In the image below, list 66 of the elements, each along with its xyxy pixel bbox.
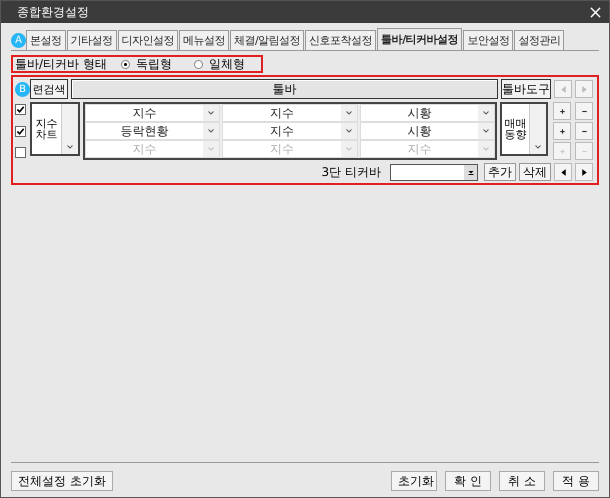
tab[interactable]: 보안설정 xyxy=(463,30,514,50)
chevron-icon xyxy=(534,143,542,151)
chevron-icon xyxy=(207,145,216,153)
checkbox[interactable] xyxy=(15,147,26,158)
plus-icon xyxy=(558,126,566,136)
tab[interactable]: 디자인설정 xyxy=(118,30,178,50)
dropdown[interactable]: 지수 xyxy=(222,104,358,122)
radio-icon[interactable] xyxy=(120,60,130,68)
column-header: 툴바 xyxy=(71,79,498,99)
add-button[interactable]: 추가 xyxy=(484,163,516,181)
footer-button[interactable]: 적 용 xyxy=(553,471,599,491)
checkbox[interactable] xyxy=(15,104,26,115)
tab[interactable]: 체결/알림설정 xyxy=(230,30,304,50)
tab[interactable]: 기타설정 xyxy=(66,30,116,50)
radio-option[interactable]: 독립형 xyxy=(120,56,180,72)
add-row-button[interactable] xyxy=(553,102,571,120)
dropdown[interactable]: 시황 xyxy=(360,104,495,122)
option-label: 툴바/티커바 형태 xyxy=(15,56,107,72)
checkbox[interactable] xyxy=(15,126,26,136)
plus-icon xyxy=(558,106,566,116)
chevron-icon xyxy=(482,109,490,117)
plus-icon xyxy=(558,146,566,156)
chevron-icon xyxy=(482,127,490,135)
right-triangle-icon xyxy=(580,84,588,94)
search-button[interactable]: 련검색 xyxy=(30,79,68,99)
dropdown[interactable]: 등락현황 xyxy=(85,122,220,140)
footer-button[interactable]: 초기화 xyxy=(391,471,437,491)
ticker-label: 3단 티커바 xyxy=(322,164,381,180)
dropdown[interactable]: 지수 xyxy=(85,104,220,122)
chevron-icon xyxy=(207,127,216,135)
add-row-button[interactable] xyxy=(553,122,571,140)
footer-button[interactable]: 취 소 xyxy=(499,471,545,491)
close-icon[interactable] xyxy=(590,6,601,18)
dropdown-value: 지수 차트 xyxy=(34,116,58,143)
tab[interactable]: 툴바/티커바설정 xyxy=(377,28,462,50)
ticker-dropdown[interactable] xyxy=(390,164,478,180)
dropdown[interactable]: 지수 xyxy=(222,122,358,140)
next-button[interactable] xyxy=(575,163,593,181)
dropdown-value: 매매 동향 xyxy=(504,116,528,143)
dropdown[interactable]: 시황 xyxy=(360,122,495,140)
tab[interactable]: 설정관리 xyxy=(514,30,564,50)
category-dropdown[interactable]: 매매 동향 xyxy=(500,102,548,156)
annotation-badge: A xyxy=(11,32,26,48)
tab[interactable]: 본설정 xyxy=(26,30,66,50)
radio-icon[interactable] xyxy=(194,60,203,68)
chevron-icon xyxy=(344,109,353,117)
tab[interactable]: 신호포착설정 xyxy=(305,30,376,50)
chevron-icon xyxy=(66,143,74,151)
footer-button[interactable]: 확 인 xyxy=(445,471,491,491)
tab[interactable]: 메뉴설정 xyxy=(179,30,229,50)
column-header: 툴바도구 xyxy=(501,79,551,99)
window-title: 종합환경설정 xyxy=(17,4,89,20)
left-triangle-icon xyxy=(558,84,568,94)
radio-option[interactable]: 일체형 xyxy=(194,56,253,72)
left-triangle-icon xyxy=(558,168,568,176)
category-dropdown[interactable]: 지수 차트 xyxy=(30,102,80,156)
annotation-badge: B xyxy=(15,82,30,96)
right-triangle-icon xyxy=(580,168,588,176)
chevron-icon xyxy=(207,109,216,117)
dropdown-arrow-icon xyxy=(466,168,474,176)
reset-all-button[interactable]: 전체설정 초기화 xyxy=(11,471,113,491)
delete-button[interactable]: 삭제 xyxy=(519,163,551,181)
chevron-icon xyxy=(344,127,353,135)
previous-button[interactable] xyxy=(554,163,572,181)
chevron-icon xyxy=(482,145,490,153)
chevron-icon xyxy=(344,145,353,153)
